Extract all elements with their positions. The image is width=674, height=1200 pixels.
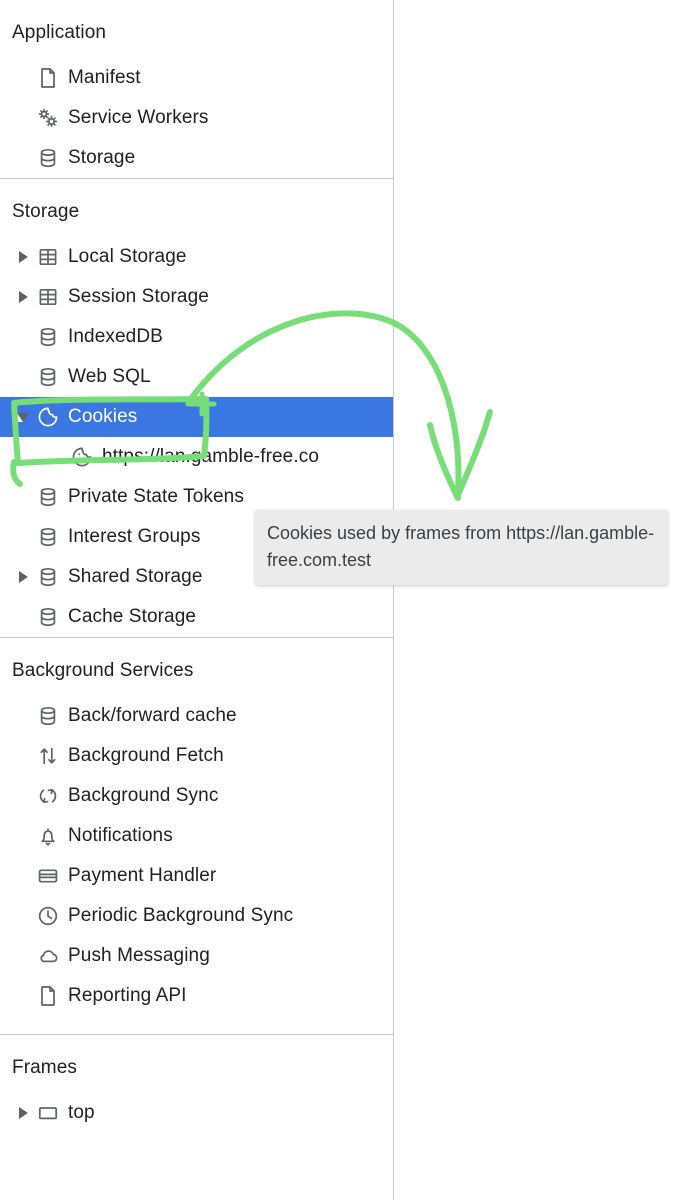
tree-item-label: Payment Handler (68, 865, 217, 886)
tree-item-push-messaging[interactable]: Push Messaging (0, 936, 393, 976)
cookies-tooltip: Cookies used by frames from https://lan.… (255, 510, 668, 585)
tree-item-label: https://lan.gamble-free.co (102, 446, 319, 467)
tree-item-local-storage[interactable]: Local Storage (0, 237, 393, 277)
section-background-services: Background Services Back/forward cache Bac… (0, 637, 393, 1034)
tree-item-cookies[interactable]: Cookies (0, 397, 393, 437)
chevron-right-icon[interactable] (12, 251, 34, 263)
tree-item-top[interactable]: top (0, 1093, 393, 1133)
tree-item-indexeddb[interactable]: IndexedDB (0, 317, 393, 357)
tree-item-label: Web SQL (68, 366, 151, 387)
tree-item-reporting-api[interactable]: Reporting API (0, 976, 393, 1016)
tree-item-label: Interest Groups (68, 526, 201, 547)
tree-item-label: Manifest (68, 67, 141, 88)
cookie-icon (34, 405, 62, 429)
bell-icon (34, 824, 62, 848)
tree-item-label: Cookies (68, 406, 138, 427)
tree-item-label: Session Storage (68, 286, 209, 307)
tree-item-service-workers[interactable]: Service Workers (0, 98, 393, 138)
frame-icon (34, 1101, 62, 1125)
tree-item-periodic-background-sync[interactable]: Periodic Background Sync (0, 896, 393, 936)
chevron-right-icon[interactable] (12, 291, 34, 303)
tree-item-https-lan-gamble-free-co[interactable]: https://lan.gamble-free.co (0, 437, 393, 477)
tree-item-session-storage[interactable]: Session Storage (0, 277, 393, 317)
tree-item-manifest[interactable]: Manifest (0, 58, 393, 98)
sync-icon (34, 784, 62, 808)
database-icon (34, 525, 62, 549)
database-icon (34, 485, 62, 509)
twisty-arrow (18, 571, 28, 583)
tree-item-back-forward-cache[interactable]: Back/forward cache (0, 696, 393, 736)
database-icon (34, 146, 62, 170)
section-frames: Frames top (0, 1034, 393, 1151)
tree-item-label: Private State Tokens (68, 486, 244, 507)
tree-item-label: Shared Storage (68, 566, 203, 587)
tree-item-notifications[interactable]: Notifications (0, 816, 393, 856)
section-title-application: Application (12, 22, 107, 43)
tree-item-label: top (68, 1102, 95, 1123)
database-icon (34, 565, 62, 589)
tree-item-label: Service Workers (68, 107, 209, 128)
section-title-background-services: Background Services (12, 660, 194, 681)
document-icon (34, 984, 62, 1008)
tree-item-label: IndexedDB (68, 326, 163, 347)
twisty-arrow (18, 291, 28, 303)
cloud-icon (34, 944, 62, 968)
section-application: Application Manifest Service Workers Storag… (0, 0, 393, 178)
credit-card-icon (34, 864, 62, 888)
tree-item-label: Push Messaging (68, 945, 210, 966)
detail-panel-empty (395, 0, 674, 1200)
section-title-frames: Frames (12, 1057, 77, 1078)
tree-item-background-fetch[interactable]: Background Fetch (0, 736, 393, 776)
application-sidebar[interactable]: Application Manifest Service Workers Storag… (0, 0, 394, 1200)
tree-item-label: Background Fetch (68, 745, 224, 766)
chevron-down-icon[interactable] (12, 412, 34, 422)
tree-item-label: Back/forward cache (68, 705, 237, 726)
cookie-icon (68, 445, 96, 469)
section-title-storage: Storage (12, 201, 80, 222)
tree-item-payment-handler[interactable]: Payment Handler (0, 856, 393, 896)
database-icon (34, 365, 62, 389)
database-icon (34, 704, 62, 728)
tree-item-label: Periodic Background Sync (68, 905, 294, 926)
chevron-right-icon[interactable] (12, 1107, 34, 1119)
gears-icon (34, 106, 62, 130)
twisty-arrow (18, 251, 28, 263)
chevron-right-icon[interactable] (12, 571, 34, 583)
tree-item-cache-storage[interactable]: Cache Storage (0, 597, 393, 637)
database-icon (34, 605, 62, 629)
tree-item-storage[interactable]: Storage (0, 138, 393, 178)
tree-item-label: Storage (68, 147, 136, 168)
tree-item-label: Local Storage (68, 246, 187, 267)
updown-arrows-icon (34, 744, 62, 768)
tree-item-background-sync[interactable]: Background Sync (0, 776, 393, 816)
table-icon (34, 285, 62, 309)
tree-item-label: Cache Storage (68, 606, 197, 627)
tree-item-label: Notifications (68, 825, 173, 846)
database-icon (34, 325, 62, 349)
tree-item-label: Reporting API (68, 985, 187, 1006)
tree-item-web-sql[interactable]: Web SQL (0, 357, 393, 397)
twisty-arrow (17, 412, 29, 422)
table-icon (34, 245, 62, 269)
tree-item-label: Background Sync (68, 785, 219, 806)
document-icon (34, 66, 62, 90)
clock-icon (34, 904, 62, 928)
devtools-application-panel: Application Manifest Service Workers Storag… (0, 0, 674, 1200)
twisty-arrow (18, 1107, 28, 1119)
